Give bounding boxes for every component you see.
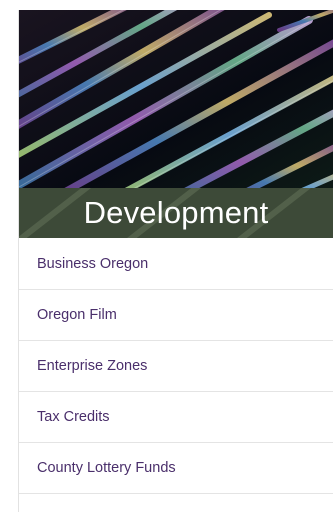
fiber-optic-banner-image: [19, 10, 333, 188]
menu-item-tax-credits[interactable]: Tax Credits: [19, 392, 333, 443]
menu-item-oregon-film[interactable]: Oregon Film: [19, 290, 333, 341]
section-title-bar: Development: [19, 188, 333, 238]
development-links-list: Business Oregon Oregon Film Enterprise Z…: [19, 238, 333, 494]
development-sidebar-panel: Development Business Oregon Oregon Film …: [18, 10, 333, 512]
page-title: Development: [83, 195, 269, 230]
menu-item-business-oregon[interactable]: Business Oregon: [19, 238, 333, 290]
menu-item-enterprise-zones[interactable]: Enterprise Zones: [19, 341, 333, 392]
menu-item-county-lottery-funds[interactable]: County Lottery Funds: [19, 443, 333, 494]
